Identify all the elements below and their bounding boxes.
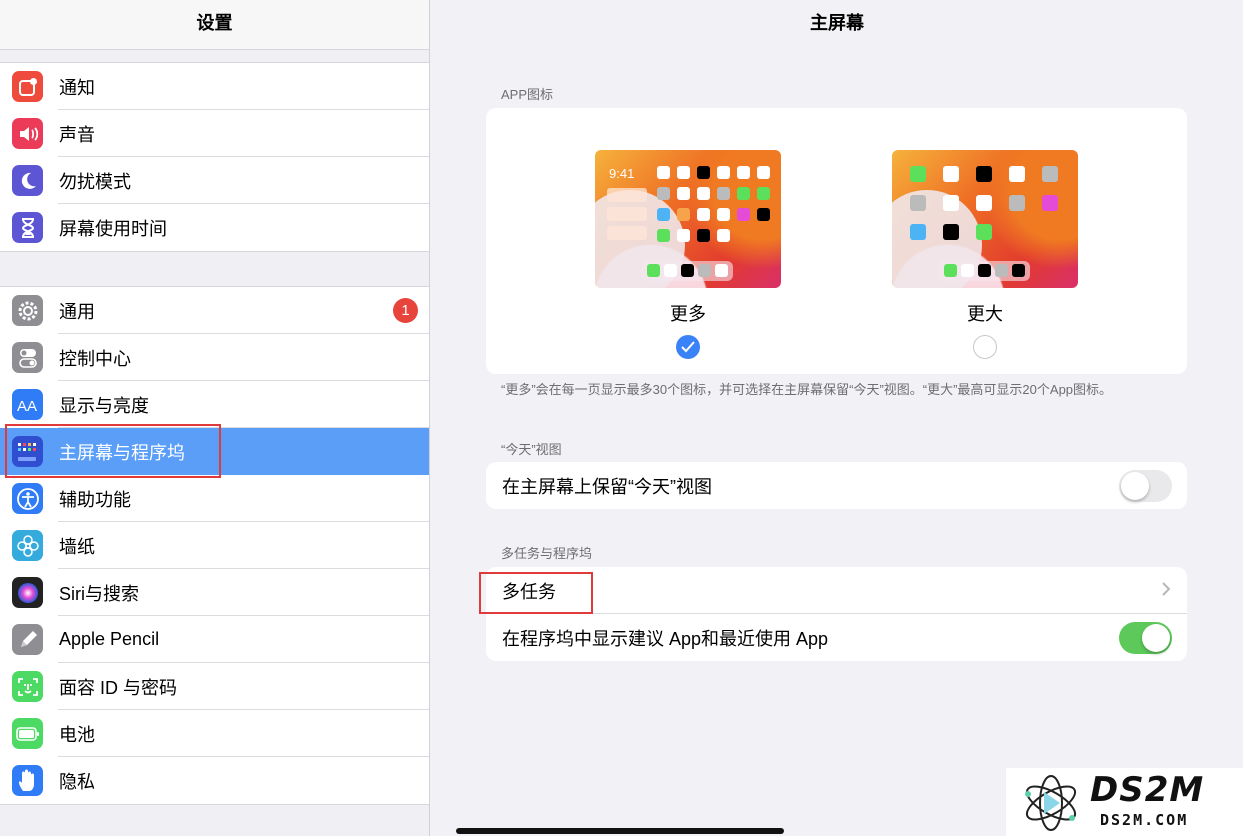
sidebar-item-wallpaper[interactable]: 墙纸 bbox=[0, 522, 429, 569]
hourglass-icon bbox=[12, 212, 43, 243]
speaker-icon bbox=[12, 118, 43, 149]
multitasking-row[interactable]: 多任务 bbox=[486, 567, 1187, 614]
suggested-apps-row: 在程序坞中显示建议 App和最近使用 App bbox=[486, 614, 1187, 661]
chevron-right-icon bbox=[1162, 582, 1171, 596]
pencil-icon bbox=[12, 624, 43, 655]
hand-icon bbox=[12, 765, 43, 796]
sidebar-item-face-id-passcode[interactable]: 面容 ID 与密码 bbox=[0, 663, 429, 710]
more-icons-preview: 9:41 bbox=[595, 150, 781, 288]
text-size-icon: AA bbox=[12, 389, 43, 420]
home-indicator[interactable] bbox=[456, 828, 784, 834]
sidebar-item-general[interactable]: 通用 1 bbox=[0, 287, 429, 334]
keep-today-view-toggle[interactable] bbox=[1119, 470, 1172, 502]
multitask-header: 多任务与程序坞 bbox=[501, 546, 593, 561]
keep-today-view-row: 在主屏幕上保留“今天”视图 bbox=[486, 462, 1187, 509]
keep-today-view-label: 在主屏幕上保留“今天”视图 bbox=[502, 476, 712, 497]
sidebar-item-notifications[interactable]: 通知 bbox=[0, 63, 429, 110]
sidebar-item-privacy[interactable]: 隐私 bbox=[0, 757, 429, 804]
option-bigger-radio[interactable] bbox=[973, 335, 997, 359]
sidebar-item-display-brightness[interactable]: AA 显示与亮度 bbox=[0, 381, 429, 428]
home-screen-detail: 主屏幕 APP图标 9:41 更多 更大 “更多”会在每一页显示最多30个图标，… bbox=[431, 0, 1243, 836]
suggested-apps-toggle[interactable] bbox=[1119, 622, 1172, 654]
sidebar-item-label: Siri与搜索 bbox=[59, 583, 139, 604]
sidebar-item-label: 勿扰模式 bbox=[59, 171, 131, 192]
sidebar-item-control-center[interactable]: 控制中心 bbox=[0, 334, 429, 381]
svg-text:AA: AA bbox=[17, 398, 37, 414]
option-more-label: 更多 bbox=[670, 304, 706, 324]
sidebar-item-label: 屏幕使用时间 bbox=[59, 218, 167, 239]
atom-logo-icon bbox=[1025, 775, 1077, 831]
option-bigger[interactable]: 更大 bbox=[892, 150, 1078, 359]
bigger-icons-preview bbox=[892, 150, 1078, 288]
watermark-logo: DS2M DS2M.COM bbox=[1006, 768, 1243, 836]
sidebar-item-label: 电池 bbox=[59, 724, 95, 745]
sidebar-item-apple-pencil[interactable]: Apple Pencil bbox=[0, 616, 429, 663]
sidebar-item-label: 面容 ID 与密码 bbox=[59, 677, 178, 698]
checkmark-icon bbox=[681, 341, 695, 353]
multitasking-label: 多任务 bbox=[502, 581, 556, 602]
option-more[interactable]: 9:41 更多 bbox=[595, 150, 781, 359]
accessibility-icon bbox=[12, 483, 43, 514]
option-more-radio[interactable] bbox=[676, 335, 700, 359]
page-title: 主屏幕 bbox=[810, 13, 864, 33]
flower-icon bbox=[12, 530, 43, 561]
today-view-card: 在主屏幕上保留“今天”视图 bbox=[486, 462, 1187, 509]
sidebar-item-label: 隐私 bbox=[59, 771, 95, 792]
sidebar-item-label: 显示与亮度 bbox=[59, 395, 149, 416]
today-view-header: “今天”视图 bbox=[501, 442, 562, 457]
sidebar-group-2: 通用 1 控制中心 AA 显示与亮度 主屏幕与程序坞 辅助功能 墙纸 Siri与… bbox=[0, 286, 429, 805]
sidebar-item-label: 墙纸 bbox=[59, 536, 95, 557]
sidebar-item-label: 辅助功能 bbox=[59, 489, 131, 510]
multitask-card: 多任务 在程序坞中显示建议 App和最近使用 App bbox=[486, 567, 1187, 661]
notification-icon bbox=[12, 71, 43, 102]
gear-icon bbox=[12, 295, 43, 326]
siri-icon bbox=[12, 577, 43, 608]
watermark-text: DS2M bbox=[1090, 770, 1205, 810]
sidebar-item-do-not-disturb[interactable]: 勿扰模式 bbox=[0, 157, 429, 204]
battery-icon bbox=[12, 718, 43, 749]
sidebar-item-accessibility[interactable]: 辅助功能 bbox=[0, 475, 429, 522]
watermark-url: DS2M.COM bbox=[1100, 811, 1189, 829]
sidebar-item-siri-search[interactable]: Siri与搜索 bbox=[0, 569, 429, 616]
sidebar-item-label: 控制中心 bbox=[59, 348, 131, 369]
sidebar-item-sounds[interactable]: 声音 bbox=[0, 110, 429, 157]
sidebar-item-screen-time[interactable]: 屏幕使用时间 bbox=[0, 204, 429, 251]
sidebar-item-label: 主屏幕与程序坞 bbox=[59, 442, 185, 463]
sidebar-item-label: 声音 bbox=[59, 124, 95, 145]
app-icons-footnote: “更多”会在每一页显示最多30个图标，并可选择在主屏幕保留“今天”视图。“更大”… bbox=[501, 382, 1113, 397]
face-id-icon bbox=[12, 671, 43, 702]
app-icons-header: APP图标 bbox=[501, 87, 554, 102]
sidebar-title: 设置 bbox=[0, 0, 429, 50]
option-bigger-label: 更大 bbox=[967, 304, 1003, 324]
home-screen-icon bbox=[12, 436, 43, 467]
moon-icon bbox=[12, 165, 43, 196]
sidebar-item-label: 通知 bbox=[59, 77, 95, 98]
preview-time: 9:41 bbox=[609, 166, 635, 181]
sidebar-item-label: 通用 bbox=[59, 301, 95, 322]
app-icons-card: 9:41 更多 更大 bbox=[486, 108, 1187, 374]
settings-sidebar: 设置 通知 声音 勿扰模式 屏幕使用时间 通用 1 控制中心 AA 显示与亮度 … bbox=[0, 0, 430, 836]
sidebar-group-1: 通知 声音 勿扰模式 屏幕使用时间 bbox=[0, 62, 429, 252]
switches-icon bbox=[12, 342, 43, 373]
sidebar-item-label: Apple Pencil bbox=[59, 629, 160, 649]
notification-badge: 1 bbox=[393, 298, 418, 323]
sidebar-item-battery[interactable]: 电池 bbox=[0, 710, 429, 757]
suggested-apps-label: 在程序坞中显示建议 App和最近使用 App bbox=[502, 628, 829, 649]
sidebar-item-home-screen-dock[interactable]: 主屏幕与程序坞 bbox=[0, 428, 429, 475]
